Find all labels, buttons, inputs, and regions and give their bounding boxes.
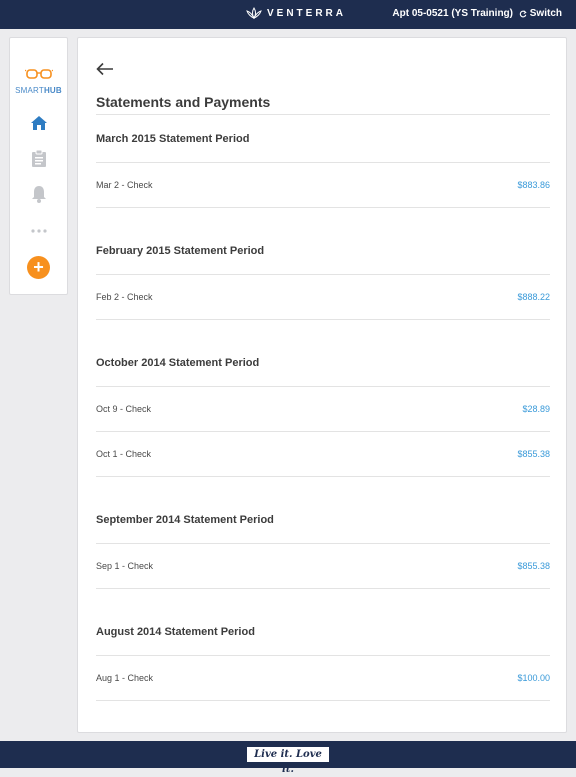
brand-logo: VENTERRA [246,7,346,19]
back-button[interactable] [96,62,116,78]
period-heading: March 2015 Statement Period [96,115,550,163]
lotus-icon [246,7,262,19]
statement-period: August 2014 Statement Period Aug 1 - Che… [96,608,550,701]
apartment-label: Apt 05-0521 (YS Training) [392,8,513,19]
payment-amount: $883.86 [517,180,550,190]
payment-amount: $888.22 [517,292,550,302]
payment-description: Oct 1 - Check [96,449,152,459]
payment-row[interactable]: Feb 2 - Check $888.22 [96,275,550,320]
period-heading: October 2014 Statement Period [96,339,550,387]
payment-amount: $100.00 [517,673,550,683]
glasses-icon [24,69,53,79]
period-heading: February 2015 Statement Period [96,227,550,275]
payment-row[interactable]: Oct 1 - Check $855.38 [96,432,550,477]
statement-period: March 2015 Statement Period Mar 2 - Chec… [96,115,550,208]
sidebar-item-notifications[interactable] [28,183,50,205]
bell-icon [32,186,46,203]
home-icon [31,116,47,130]
smarthub-logo: SMARTHUB [10,67,67,95]
payment-row[interactable]: Oct 9 - Check $28.89 [96,387,550,432]
statement-period: September 2014 Statement Period Sep 1 - … [96,496,550,589]
arrow-left-icon [96,62,113,76]
brand-name: VENTERRA [267,7,347,19]
payment-amount: $28.89 [522,404,550,414]
statements-panel: Statements and Payments March 2015 State… [77,37,567,733]
switch-label: Switch [529,8,562,19]
payment-description: Mar 2 - Check [96,180,153,190]
sidebar-item-home[interactable] [28,112,50,134]
add-button[interactable]: + [27,256,50,279]
clipboard-icon [32,149,46,167]
logo-smart-text: SMART [15,86,44,95]
more-icon [31,229,47,233]
statement-period: February 2015 Statement Period Feb 2 - C… [96,227,550,320]
payment-description: Sep 1 - Check [96,561,154,571]
page-title: Statements and Payments [96,94,271,110]
payment-row[interactable]: Sep 1 - Check $855.38 [96,544,550,589]
statement-period: October 2014 Statement Period Oct 9 - Ch… [96,339,550,477]
payment-row[interactable]: Aug 1 - Check $100.00 [96,656,550,701]
refresh-icon [519,9,527,17]
sidebar-item-clipboard[interactable] [28,147,50,169]
statements-list: March 2015 Statement Period Mar 2 - Chec… [96,115,550,720]
payment-amount: $855.38 [517,449,550,459]
logo-hub-text: HUB [43,86,62,95]
period-heading: August 2014 Statement Period [96,608,550,656]
payment-description: Aug 1 - Check [96,673,154,683]
sidebar-item-more[interactable] [28,220,50,242]
payment-description: Oct 9 - Check [96,404,152,414]
period-heading: September 2014 Statement Period [96,496,550,544]
tagline-logo: Live it. Love it. [247,747,329,775]
payment-amount: $855.38 [517,561,550,571]
payment-description: Feb 2 - Check [96,292,153,302]
sidebar: SMARTHUB + [9,37,68,295]
payment-row[interactable]: Mar 2 - Check $883.86 [96,163,550,208]
switch-button[interactable]: Switch [519,8,562,19]
top-bar: VENTERRA Apt 05-0521 (YS Training) Switc… [0,0,576,29]
